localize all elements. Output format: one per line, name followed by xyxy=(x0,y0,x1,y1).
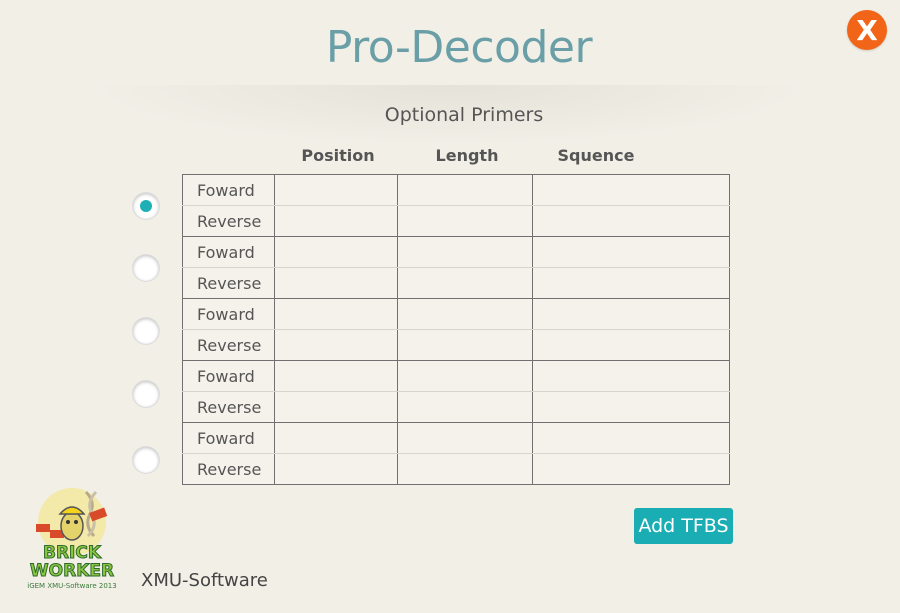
reverse-label: Reverse xyxy=(182,267,275,299)
primer-set-1-radio[interactable] xyxy=(133,193,159,219)
primer-set-5-forward-row: Foward xyxy=(182,422,730,454)
column-header-length: Length xyxy=(435,146,499,165)
reverse-length-cell[interactable] xyxy=(397,329,533,361)
reverse-length-cell[interactable] xyxy=(397,391,533,423)
primers-table: Foward Reverse Foward Reverse Foward Rev… xyxy=(182,174,730,485)
reverse-position-cell[interactable] xyxy=(274,205,398,237)
forward-sequence-cell[interactable] xyxy=(532,174,730,206)
forward-label: Foward xyxy=(182,298,275,330)
brick-worker-logo: BRICK WORKER iGEM XMU-Software 2013 xyxy=(27,488,117,590)
forward-length-cell[interactable] xyxy=(397,174,533,206)
reverse-length-cell[interactable] xyxy=(397,453,533,485)
primer-set-2-reverse-row: Reverse xyxy=(182,267,730,299)
forward-sequence-cell[interactable] xyxy=(532,360,730,392)
forward-label: Foward xyxy=(182,236,275,268)
reverse-label: Reverse xyxy=(182,453,275,485)
reverse-label: Reverse xyxy=(182,329,275,361)
reverse-position-cell[interactable] xyxy=(274,453,398,485)
reverse-label: Reverse xyxy=(182,391,275,423)
reverse-sequence-cell[interactable] xyxy=(532,391,730,423)
primer-set-5-radio[interactable] xyxy=(133,447,159,473)
forward-position-cell[interactable] xyxy=(274,422,398,454)
reverse-label: Reverse xyxy=(182,205,275,237)
logo-eye xyxy=(66,520,70,524)
logo-eye xyxy=(74,520,78,524)
primer-set-5-reverse-row: Reverse xyxy=(182,453,730,485)
forward-sequence-cell[interactable] xyxy=(532,236,730,268)
primer-set-2-radio[interactable] xyxy=(133,255,159,281)
primer-set-4-radio[interactable] xyxy=(133,381,159,407)
primer-set-3-reverse-row: Reverse xyxy=(182,329,730,361)
reverse-position-cell[interactable] xyxy=(274,329,398,361)
forward-position-cell[interactable] xyxy=(274,298,398,330)
forward-label: Foward xyxy=(182,360,275,392)
forward-label: Foward xyxy=(182,422,275,454)
reverse-position-cell[interactable] xyxy=(274,391,398,423)
logo-text-brick: BRICK xyxy=(43,543,102,563)
forward-length-cell[interactable] xyxy=(397,422,533,454)
primer-set-4-reverse-row: Reverse xyxy=(182,391,730,423)
forward-sequence-cell[interactable] xyxy=(532,298,730,330)
forward-position-cell[interactable] xyxy=(274,360,398,392)
primer-set-4-forward-row: Foward xyxy=(182,360,730,392)
primer-set-2-forward-row: Foward xyxy=(182,236,730,268)
logo-caption: iGEM XMU-Software 2013 xyxy=(27,582,116,590)
footer-company: XMU-Software xyxy=(141,570,268,591)
reverse-sequence-cell[interactable] xyxy=(532,205,730,237)
reverse-sequence-cell[interactable] xyxy=(532,453,730,485)
forward-length-cell[interactable] xyxy=(397,236,533,268)
forward-length-cell[interactable] xyxy=(397,298,533,330)
primer-set-3-forward-row: Foward xyxy=(182,298,730,330)
column-header-position: Position xyxy=(301,146,375,165)
forward-sequence-cell[interactable] xyxy=(532,422,730,454)
reverse-length-cell[interactable] xyxy=(397,205,533,237)
reverse-sequence-cell[interactable] xyxy=(532,329,730,361)
primer-set-3-radio[interactable] xyxy=(133,318,159,344)
app-title: Pro-Decoder xyxy=(325,22,593,73)
reverse-sequence-cell[interactable] xyxy=(532,267,730,299)
forward-position-cell[interactable] xyxy=(274,236,398,268)
logo-text-worker: WORKER xyxy=(30,561,114,581)
reverse-length-cell[interactable] xyxy=(397,267,533,299)
reverse-position-cell[interactable] xyxy=(274,267,398,299)
primer-set-1-forward-row: Foward xyxy=(182,174,730,206)
primer-set-1-reverse-row: Reverse xyxy=(182,205,730,237)
logo-worker-body xyxy=(60,511,84,541)
forward-length-cell[interactable] xyxy=(397,360,533,392)
logo-brick xyxy=(36,524,50,532)
column-header-sequence: Squence xyxy=(557,146,635,165)
section-title: Optional Primers xyxy=(384,104,544,126)
add-tfbs-button[interactable]: Add TFBS xyxy=(634,508,733,544)
radio-selected-dot xyxy=(140,200,152,212)
forward-label: Foward xyxy=(182,174,275,206)
forward-position-cell[interactable] xyxy=(274,174,398,206)
